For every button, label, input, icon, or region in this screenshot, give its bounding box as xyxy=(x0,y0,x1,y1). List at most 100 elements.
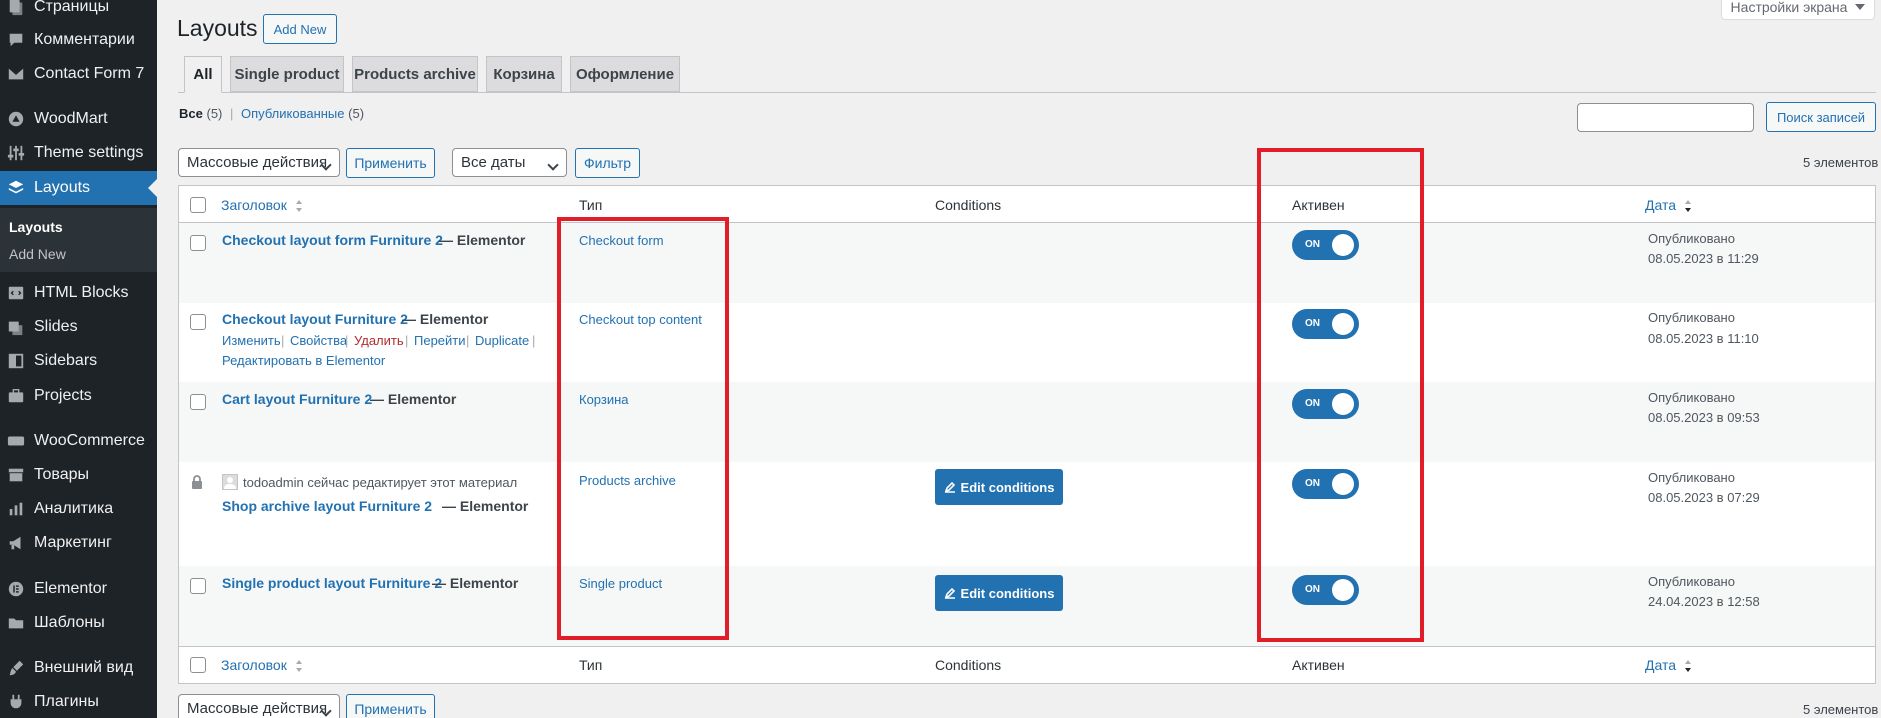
row-action-sep: | xyxy=(281,333,285,348)
row-action-delete[interactable]: Удалить xyxy=(354,333,404,348)
screen-options-button[interactable]: Настройки экрана xyxy=(1721,0,1875,20)
column-date-header[interactable]: Дата xyxy=(1645,197,1692,213)
row-title-link[interactable]: Shop archive layout Furniture 2 xyxy=(222,498,432,514)
sidebar-item-sidebars[interactable]: Sidebars xyxy=(0,344,157,378)
sidebars-icon xyxy=(6,351,26,371)
apply-button[interactable]: Применить xyxy=(346,148,435,178)
sidebar-item-projects[interactable]: Projects xyxy=(0,379,157,413)
sidebar-item-products[interactable]: Товары xyxy=(0,458,157,492)
active-toggle[interactable]: ON xyxy=(1292,230,1359,260)
bulk-actions-select-bottom[interactable]: Массовые действия xyxy=(178,694,340,718)
tab-products-archive[interactable]: Products archive xyxy=(352,56,478,92)
edit-conditions-label: Edit conditions xyxy=(960,585,1055,601)
row-checkbox[interactable] xyxy=(190,235,206,251)
active-toggle[interactable]: ON xyxy=(1292,575,1359,605)
row-title-link[interactable]: Checkout layout form Furniture 2 xyxy=(222,232,443,248)
sidebar-item-label: Theme settings xyxy=(34,144,144,161)
avatar xyxy=(222,474,238,490)
submenu-add-new[interactable]: Add New xyxy=(9,246,66,262)
row-type-link[interactable]: Checkout top content xyxy=(579,312,702,327)
tab-all[interactable]: All xyxy=(184,56,222,93)
admin-sidebar: Страницы Комментарии Contact Form 7 Wood… xyxy=(0,0,157,718)
tab-checkout[interactable]: Оформление xyxy=(570,56,680,92)
edit-conditions-button[interactable]: Edit conditions xyxy=(935,575,1063,611)
search-posts-button[interactable]: Поиск записей xyxy=(1766,102,1876,132)
toggle-knob xyxy=(1332,234,1354,256)
dates-select[interactable]: Все даты xyxy=(452,148,567,177)
tab-single-product[interactable]: Single product xyxy=(230,56,344,92)
row-title-link[interactable]: Checkout layout Furniture 2 xyxy=(222,311,408,327)
row-action-view[interactable]: Перейти xyxy=(414,333,466,348)
slides-icon xyxy=(6,317,26,337)
sidebar-item-comments[interactable]: Комментарии xyxy=(0,23,157,57)
submenu-layouts[interactable]: Layouts xyxy=(9,219,63,235)
sidebar-item-contact-form-7[interactable]: Contact Form 7 xyxy=(0,57,157,91)
sidebar-item-layouts[interactable]: Layouts xyxy=(0,171,157,205)
sidebar-item-theme-settings[interactable]: Theme settings xyxy=(0,136,157,170)
filter-button[interactable]: Фильтр xyxy=(575,148,640,178)
sidebar-item-label: Страницы xyxy=(34,0,110,15)
row-status: Опубликовано xyxy=(1648,231,1735,246)
column-title-header[interactable]: Заголовок xyxy=(221,197,303,213)
column-title-label: Заголовок xyxy=(221,657,287,673)
sidebar-item-label: HTML Blocks xyxy=(34,284,129,301)
row-type-link[interactable]: Checkout form xyxy=(579,233,664,248)
column-conditions-footer: Conditions xyxy=(935,657,1002,673)
column-date-footer[interactable]: Дата xyxy=(1645,657,1692,673)
tab-cart[interactable]: Корзина xyxy=(486,56,562,92)
row-title-link[interactable]: Cart layout Furniture 2 xyxy=(222,391,372,407)
tabs-divider xyxy=(178,92,1876,93)
comments-icon xyxy=(6,30,26,50)
row-title-link[interactable]: Single product layout Furniture 2 xyxy=(222,575,442,591)
sidebar-item-analytics[interactable]: Аналитика xyxy=(0,492,157,526)
column-title-label: Заголовок xyxy=(221,197,287,213)
row-action-properties[interactable]: Свойства xyxy=(290,333,347,348)
view-separator: | xyxy=(230,106,234,121)
row-type-link[interactable]: Products archive xyxy=(579,473,676,488)
select-all-checkbox[interactable] xyxy=(190,197,206,213)
subsubsub-views: Все (5) | Опубликованные (5) xyxy=(179,106,364,121)
column-title-footer[interactable]: Заголовок xyxy=(221,657,303,673)
bulk-actions-select[interactable]: Массовые действия xyxy=(178,148,340,177)
row-type-link[interactable]: Single product xyxy=(579,576,662,591)
select-all-checkbox-footer[interactable] xyxy=(190,657,206,673)
sidebar-item-slides[interactable]: Slides xyxy=(0,310,157,344)
woo-icon xyxy=(6,431,26,451)
sidebar-item-elementor[interactable]: Elementor xyxy=(0,572,157,606)
row-checkbox[interactable] xyxy=(190,578,206,594)
row-date: 24.04.2023 в 12:58 xyxy=(1648,594,1760,609)
active-toggle[interactable]: ON xyxy=(1292,389,1359,419)
sidebar-item-label: Contact Form 7 xyxy=(34,65,145,82)
sidebar-item-woodmart[interactable]: WoodMart xyxy=(0,102,157,136)
sidebar-item-label: Плагины xyxy=(34,693,99,710)
add-new-button[interactable]: Add New xyxy=(263,14,337,44)
view-published-link[interactable]: Опубликованные xyxy=(241,106,345,121)
edit-conditions-button[interactable]: Edit conditions xyxy=(935,469,1063,505)
row-action-edit-elementor[interactable]: Редактировать в Elementor xyxy=(222,353,385,368)
row-action-duplicate[interactable]: Duplicate xyxy=(475,333,529,348)
view-all-link[interactable]: Все xyxy=(179,106,203,121)
row-type-link[interactable]: Корзина xyxy=(579,392,629,407)
brush-icon xyxy=(6,658,26,678)
sidebar-item-label: Slides xyxy=(34,318,78,335)
active-toggle[interactable]: ON xyxy=(1292,309,1359,339)
sidebar-item-label: Sidebars xyxy=(34,352,98,369)
sidebar-item-templates[interactable]: Шаблоны xyxy=(0,606,157,640)
row-checkbox[interactable] xyxy=(190,314,206,330)
sidebar-item-plugins[interactable]: Плагины xyxy=(0,685,157,718)
active-toggle[interactable]: ON xyxy=(1292,469,1359,499)
active-arrow xyxy=(148,179,157,197)
row-action-edit[interactable]: Изменить xyxy=(222,333,281,348)
sidebar-item-label: Layouts xyxy=(34,179,91,196)
sidebar-item-pages[interactable]: Страницы xyxy=(0,0,157,24)
sidebar-item-marketing[interactable]: Маркетинг xyxy=(0,526,157,560)
edit-conditions-label: Edit conditions xyxy=(960,479,1055,495)
sidebar-item-html-blocks[interactable]: HTML Blocks xyxy=(0,276,157,310)
search-input[interactable] xyxy=(1577,103,1754,132)
table-row: Checkout layout Furniture 2 — Elementor … xyxy=(179,303,1875,382)
table-header: Заголовок Тип Conditions Активен Дата xyxy=(179,186,1875,223)
row-checkbox[interactable] xyxy=(190,394,206,410)
sidebar-item-appearance[interactable]: Внешний вид xyxy=(0,651,157,685)
apply-button-bottom[interactable]: Применить xyxy=(346,694,435,718)
sidebar-item-woocommerce[interactable]: WooCommerce xyxy=(0,424,157,458)
